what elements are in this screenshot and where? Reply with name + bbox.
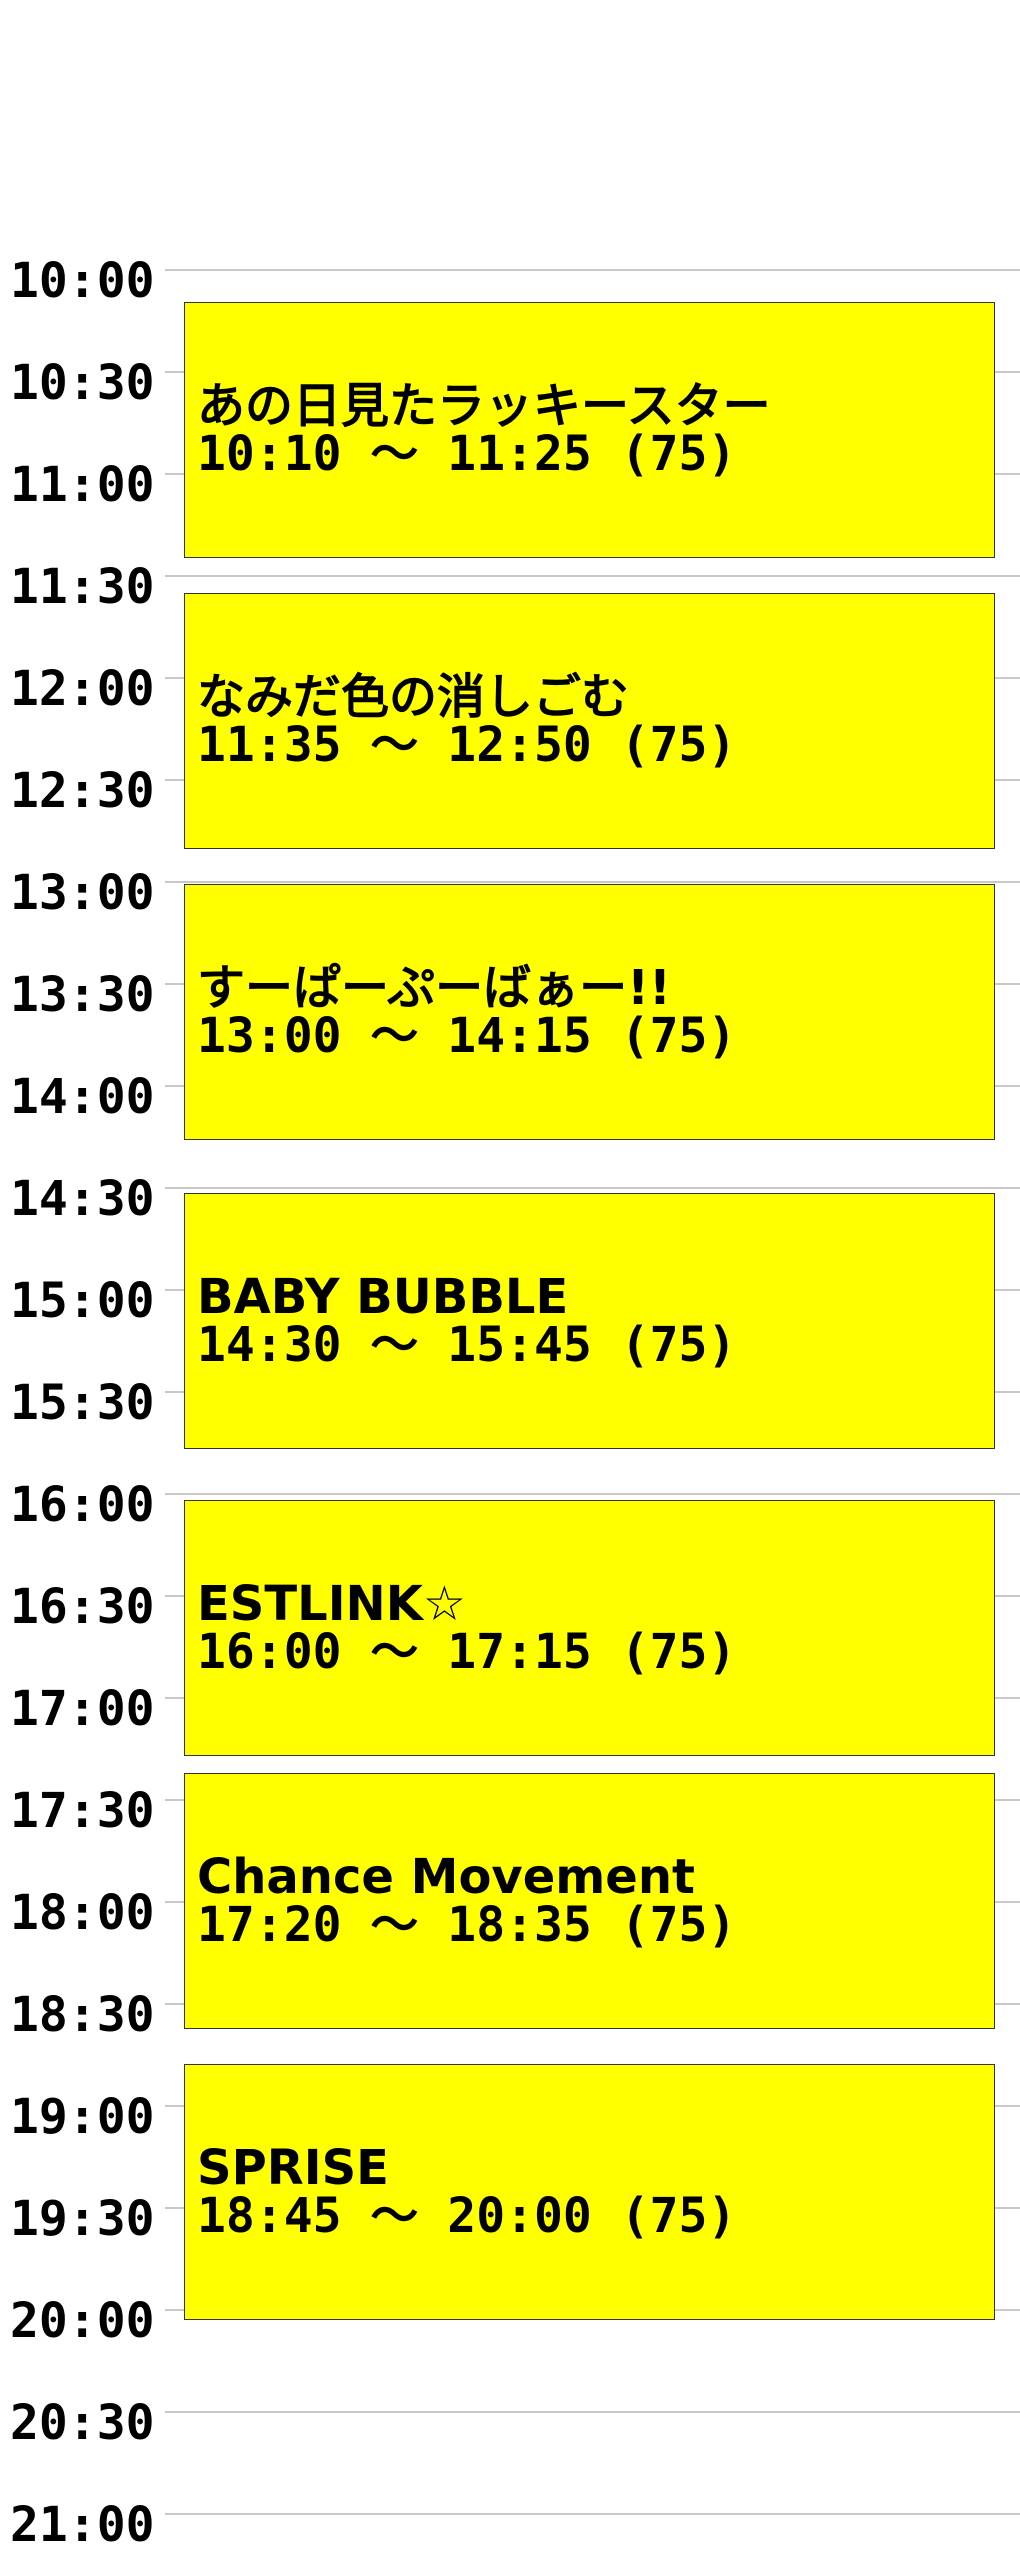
slot-name: BABY BUBBLE [197, 1269, 569, 1325]
time-label: 11:30 [10, 559, 155, 615]
slot-item[interactable]: なみだ色の消しごむ 11:35 ～ 12:50 (75) [184, 593, 995, 849]
time-label: 17:00 [10, 1681, 155, 1737]
grid-line [165, 1187, 1020, 1189]
slot-item[interactable]: Chance Movement 17:20 ～ 18:35 (75) [184, 1773, 995, 2029]
time-label: 10:00 [10, 253, 155, 309]
time-label: 11:00 [10, 457, 155, 513]
time-label: 14:30 [10, 1171, 155, 1227]
slot-name: Chance Movement [197, 1849, 695, 1905]
slot-name: ESTLINK☆ [197, 1576, 466, 1632]
time-label: 15:00 [10, 1273, 155, 1329]
time-label: 17:30 [10, 1783, 155, 1839]
slot-name: SPRISE [197, 2140, 389, 2196]
time-label: 13:00 [10, 865, 155, 921]
time-label: 20:00 [10, 2293, 155, 2349]
grid-line [165, 881, 1020, 883]
grid-line [165, 1493, 1020, 1495]
time-label: 12:30 [10, 763, 155, 819]
slot-time: 10:10 ～ 11:25 (75) [197, 426, 737, 482]
time-label: 20:30 [10, 2395, 155, 2451]
grid-line [165, 2411, 1020, 2413]
grid-line [165, 575, 1020, 577]
slot-item[interactable]: すーぱーぷーばぁー!! 13:00 ～ 14:15 (75) [184, 884, 995, 1140]
time-label: 16:00 [10, 1477, 155, 1533]
time-label: 19:30 [10, 2191, 155, 2247]
slot-time: 11:35 ～ 12:50 (75) [197, 717, 737, 773]
time-label: 21:00 [10, 2497, 155, 2553]
slot-item[interactable]: あの日見たラッキースター 10:10 ～ 11:25 (75) [184, 302, 995, 558]
grid-line [165, 2513, 1020, 2515]
slot-name: なみだ色の消しごむ [197, 669, 630, 725]
slot-time: 13:00 ～ 14:15 (75) [197, 1008, 737, 1064]
timetable: 10:00 10:30 11:00 11:30 12:00 12:30 13:00 13:30… [0, 0, 1020, 2549]
time-label: 18:30 [10, 1987, 155, 2043]
slot-time: 14:30 ～ 15:45 (75) [197, 1317, 737, 1373]
time-label: 19:00 [10, 2089, 155, 2145]
time-label: 15:30 [10, 1375, 155, 1431]
time-label: 18:00 [10, 1885, 155, 1941]
time-label: 16:30 [10, 1579, 155, 1635]
time-label: 14:00 [10, 1069, 155, 1125]
slot-time: 17:20 ～ 18:35 (75) [197, 1897, 737, 1953]
slot-name: あの日見たラッキースター [197, 378, 771, 434]
slot-time: 18:45 ～ 20:00 (75) [197, 2188, 737, 2244]
time-label: 10:30 [10, 355, 155, 411]
slot-time: 16:00 ～ 17:15 (75) [197, 1624, 737, 1680]
time-label: 13:30 [10, 967, 155, 1023]
grid-line [165, 269, 1020, 271]
slot-item[interactable]: BABY BUBBLE 14:30 ～ 15:45 (75) [184, 1193, 995, 1449]
slot-item[interactable]: SPRISE 18:45 ～ 20:00 (75) [184, 2064, 995, 2320]
slot-item[interactable]: ESTLINK☆ 16:00 ～ 17:15 (75) [184, 1500, 995, 1756]
slot-name: すーぱーぷーばぁー!! [197, 960, 671, 1016]
time-label: 12:00 [10, 661, 155, 717]
